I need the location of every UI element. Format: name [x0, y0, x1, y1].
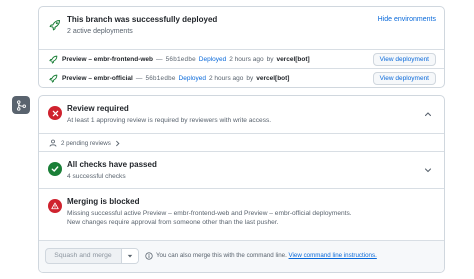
deployments-subtitle: 2 active deployments: [67, 28, 133, 35]
environment-name: Preview – embr-official: [62, 75, 133, 82]
separator: —: [156, 55, 163, 63]
check-circle-icon: [48, 162, 62, 176]
commit-sha[interactable]: 56b1edbe: [166, 56, 196, 63]
deployment-row: Preview – embr-official — 56b1edbe Deplo…: [39, 69, 444, 88]
merge-action-bar: Squash and merge You can also merge this…: [39, 241, 444, 272]
command-line-instructions-link[interactable]: View command line instructions.: [289, 252, 377, 259]
deployment-row: Preview – embr-frontend-web — 56b1edbe D…: [39, 50, 444, 69]
environment-name: Preview – embr-frontend-web: [62, 55, 154, 63]
rocket-icon: [49, 55, 58, 64]
commit-sha[interactable]: 56b1edbe: [145, 75, 175, 82]
deployer-name: vercel[bot]: [276, 55, 310, 63]
checks-section[interactable]: All checks have passed 4 successful chec…: [39, 152, 444, 189]
git-merge-glyph: [16, 99, 26, 111]
review-description: At least 1 approving review is required …: [67, 117, 272, 124]
blocked-details: Missing successful active Preview – embr…: [67, 209, 352, 227]
deployments-title: This branch was successfully deployed: [67, 15, 218, 24]
person-icon: [49, 139, 57, 147]
triangle-down-icon: [127, 254, 133, 258]
deployed-time: 2 hours ago: [209, 75, 244, 82]
pending-reviews-label: 2 pending reviews: [61, 139, 111, 147]
info-icon: [145, 252, 153, 260]
chevron-right-icon: [116, 140, 120, 146]
squash-merge-split-button: Squash and merge: [45, 248, 139, 264]
view-deployment-button[interactable]: View deployment: [372, 72, 436, 85]
rocket-icon: [49, 19, 61, 31]
separator: —: [135, 75, 143, 82]
deployed-link[interactable]: Deployed: [199, 56, 226, 63]
blocked-title: Merging is blocked: [67, 197, 140, 206]
command-line-info: You can also merge this with the command…: [156, 252, 377, 259]
view-deployment-button[interactable]: View deployment: [372, 53, 436, 66]
x-circle-icon: [48, 106, 62, 120]
review-title: Review required: [67, 104, 129, 113]
deployed-time: 2 hours ago: [229, 55, 264, 63]
deployed-link[interactable]: Deployed: [179, 75, 206, 82]
hide-environments-link[interactable]: Hide environments: [378, 16, 436, 23]
review-required-section[interactable]: Review required At least 1 approving rev…: [39, 96, 444, 134]
command-line-info-text: You can also merge this with the command…: [156, 252, 287, 259]
chevron-down-icon[interactable]: [424, 166, 432, 174]
pending-reviews-section: 2 pending reviews: [39, 134, 444, 152]
pending-reviews-toggle[interactable]: 2 pending reviews: [49, 139, 125, 147]
blocked-line-2: New changes require approval from someon…: [67, 219, 279, 226]
deployments-header: This branch was successfully deployed 2 …: [39, 7, 444, 50]
merge-blocked-section: Merging is blocked Missing successful ac…: [39, 189, 444, 241]
deployments-panel: This branch was successfully deployed 2 …: [38, 6, 445, 88]
merge-method-dropdown[interactable]: [121, 249, 138, 263]
checks-title: All checks have passed: [67, 160, 157, 169]
git-merge-icon: [12, 96, 30, 114]
blocked-line-1: Missing successful active Preview – embr…: [67, 210, 352, 217]
deployer-name: vercel[bot]: [256, 75, 290, 82]
deployed-by-label: by: [246, 75, 254, 82]
alert-icon: [48, 199, 62, 213]
checks-description: 4 successful checks: [67, 173, 126, 180]
deployed-by-label: by: [266, 55, 274, 63]
chevron-up-icon[interactable]: [424, 110, 432, 118]
merge-status-panel: Review required At least 1 approving rev…: [38, 95, 445, 273]
rocket-icon: [49, 74, 58, 83]
squash-and-merge-button[interactable]: Squash and merge: [46, 249, 120, 263]
